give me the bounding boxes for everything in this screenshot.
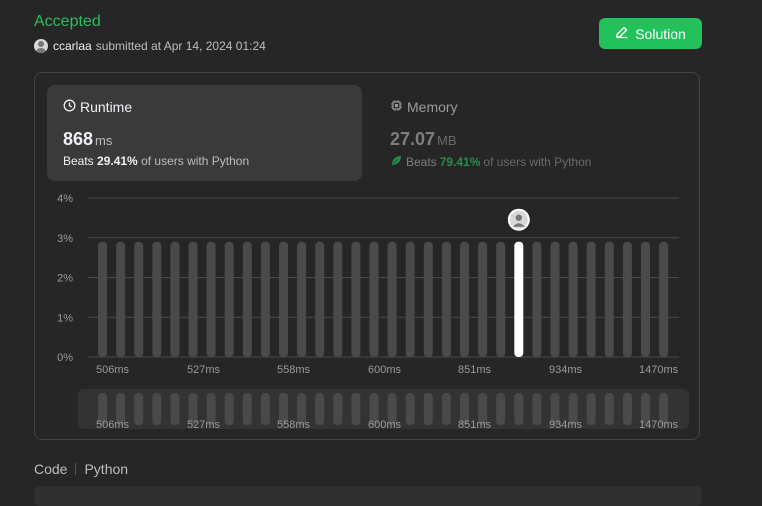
navigator-bar: [423, 393, 433, 425]
chart-bar: [206, 241, 216, 357]
chart-bar: [315, 241, 325, 357]
chart-bar: [134, 241, 144, 357]
chart-bar: [242, 241, 252, 357]
navigator-bar: [586, 393, 596, 425]
y-tick-label: 0%: [57, 352, 73, 364]
user-marker: [507, 208, 530, 231]
chart-bar: [224, 241, 234, 357]
tab-language[interactable]: Python: [84, 461, 128, 477]
x-tick-label: 506ms: [96, 364, 130, 376]
chart-bar: [604, 241, 614, 357]
chart-bar: [478, 241, 488, 357]
navigator-tick-label: 851ms: [458, 419, 492, 431]
y-tick-label: 4%: [57, 193, 73, 205]
tab-code[interactable]: Code: [34, 461, 67, 477]
navigator-bar: [532, 393, 542, 425]
chart-bar: [116, 241, 126, 357]
x-axis-ticks: 506ms 527ms 558ms 600ms 851ms 934ms 1470ms: [96, 364, 679, 376]
chart-bar: [622, 241, 632, 357]
chart-bar: [333, 241, 343, 357]
chart-bar: [387, 241, 397, 357]
y-axis-ticks: 4% 3% 2% 1% 0%: [57, 193, 73, 364]
navigator-bar: [260, 393, 270, 425]
chart-bar: [351, 241, 361, 357]
marker-avatar-head: [515, 214, 522, 221]
chart-bar: [641, 241, 650, 357]
navigator-tick-label: 934ms: [549, 419, 583, 431]
chart-bar: [98, 241, 107, 357]
chart-bar: [152, 241, 162, 357]
chart-bar: [188, 241, 198, 357]
chart-bar: [441, 241, 451, 357]
navigator-tick-label: 558ms: [277, 419, 311, 431]
chart-bar: [260, 241, 270, 357]
chart-bars: [98, 241, 669, 357]
navigator-bar: [441, 393, 451, 425]
chart-bar: [460, 241, 469, 357]
y-tick-label: 1%: [57, 312, 73, 324]
navigator-tick-label: 527ms: [187, 419, 221, 431]
y-tick-label: 2%: [57, 273, 73, 285]
navigator-bar: [405, 393, 415, 425]
navigator-bar: [351, 393, 361, 425]
chart-bar: [550, 241, 560, 357]
navigator-bar: [170, 393, 180, 425]
chart-bar: [532, 241, 542, 357]
navigator-tick-label: 600ms: [368, 419, 402, 431]
navigator-bar: [242, 393, 252, 425]
navigator-bar: [622, 393, 632, 425]
x-tick-label: 934ms: [549, 364, 583, 376]
x-tick-label: 558ms: [277, 364, 311, 376]
navigator-bar: [315, 393, 325, 425]
chart-bar: [423, 241, 433, 357]
chart-bar: [369, 241, 379, 357]
chart-bar: [568, 241, 578, 357]
navigator-bar: [333, 393, 343, 425]
x-tick-label: 600ms: [368, 364, 402, 376]
tab-divider: [75, 463, 77, 475]
chart-bar: [279, 241, 288, 357]
navigator-bar: [224, 393, 234, 425]
runtime-distribution-chart: 4% 3% 2% 1% 0% 506ms 527ms 558ms 600ms 851ms 934m…: [57, 193, 689, 431]
code-editor[interactable]: [34, 486, 702, 506]
highlight-bar: [514, 241, 524, 357]
chart-bar: [586, 241, 596, 357]
navigator-bar: [152, 393, 162, 425]
x-tick-label: 1470ms: [639, 364, 679, 376]
chart-bar: [170, 241, 180, 357]
code-tabs: Code Python: [34, 461, 128, 477]
navigator-bar: [496, 393, 506, 425]
chart-bar: [659, 241, 669, 357]
chart-bar: [405, 241, 415, 357]
navigator-bar: [134, 393, 144, 425]
chart-bar: [496, 241, 506, 357]
chart-bar: [297, 241, 307, 357]
x-tick-label: 851ms: [458, 364, 492, 376]
x-tick-label: 527ms: [187, 364, 221, 376]
navigator-tick-label: 506ms: [96, 419, 130, 431]
y-tick-label: 3%: [57, 233, 73, 245]
navigator-bar: [604, 393, 614, 425]
navigator-bar: [514, 393, 524, 425]
navigator-tick-label: 1470ms: [639, 419, 679, 431]
